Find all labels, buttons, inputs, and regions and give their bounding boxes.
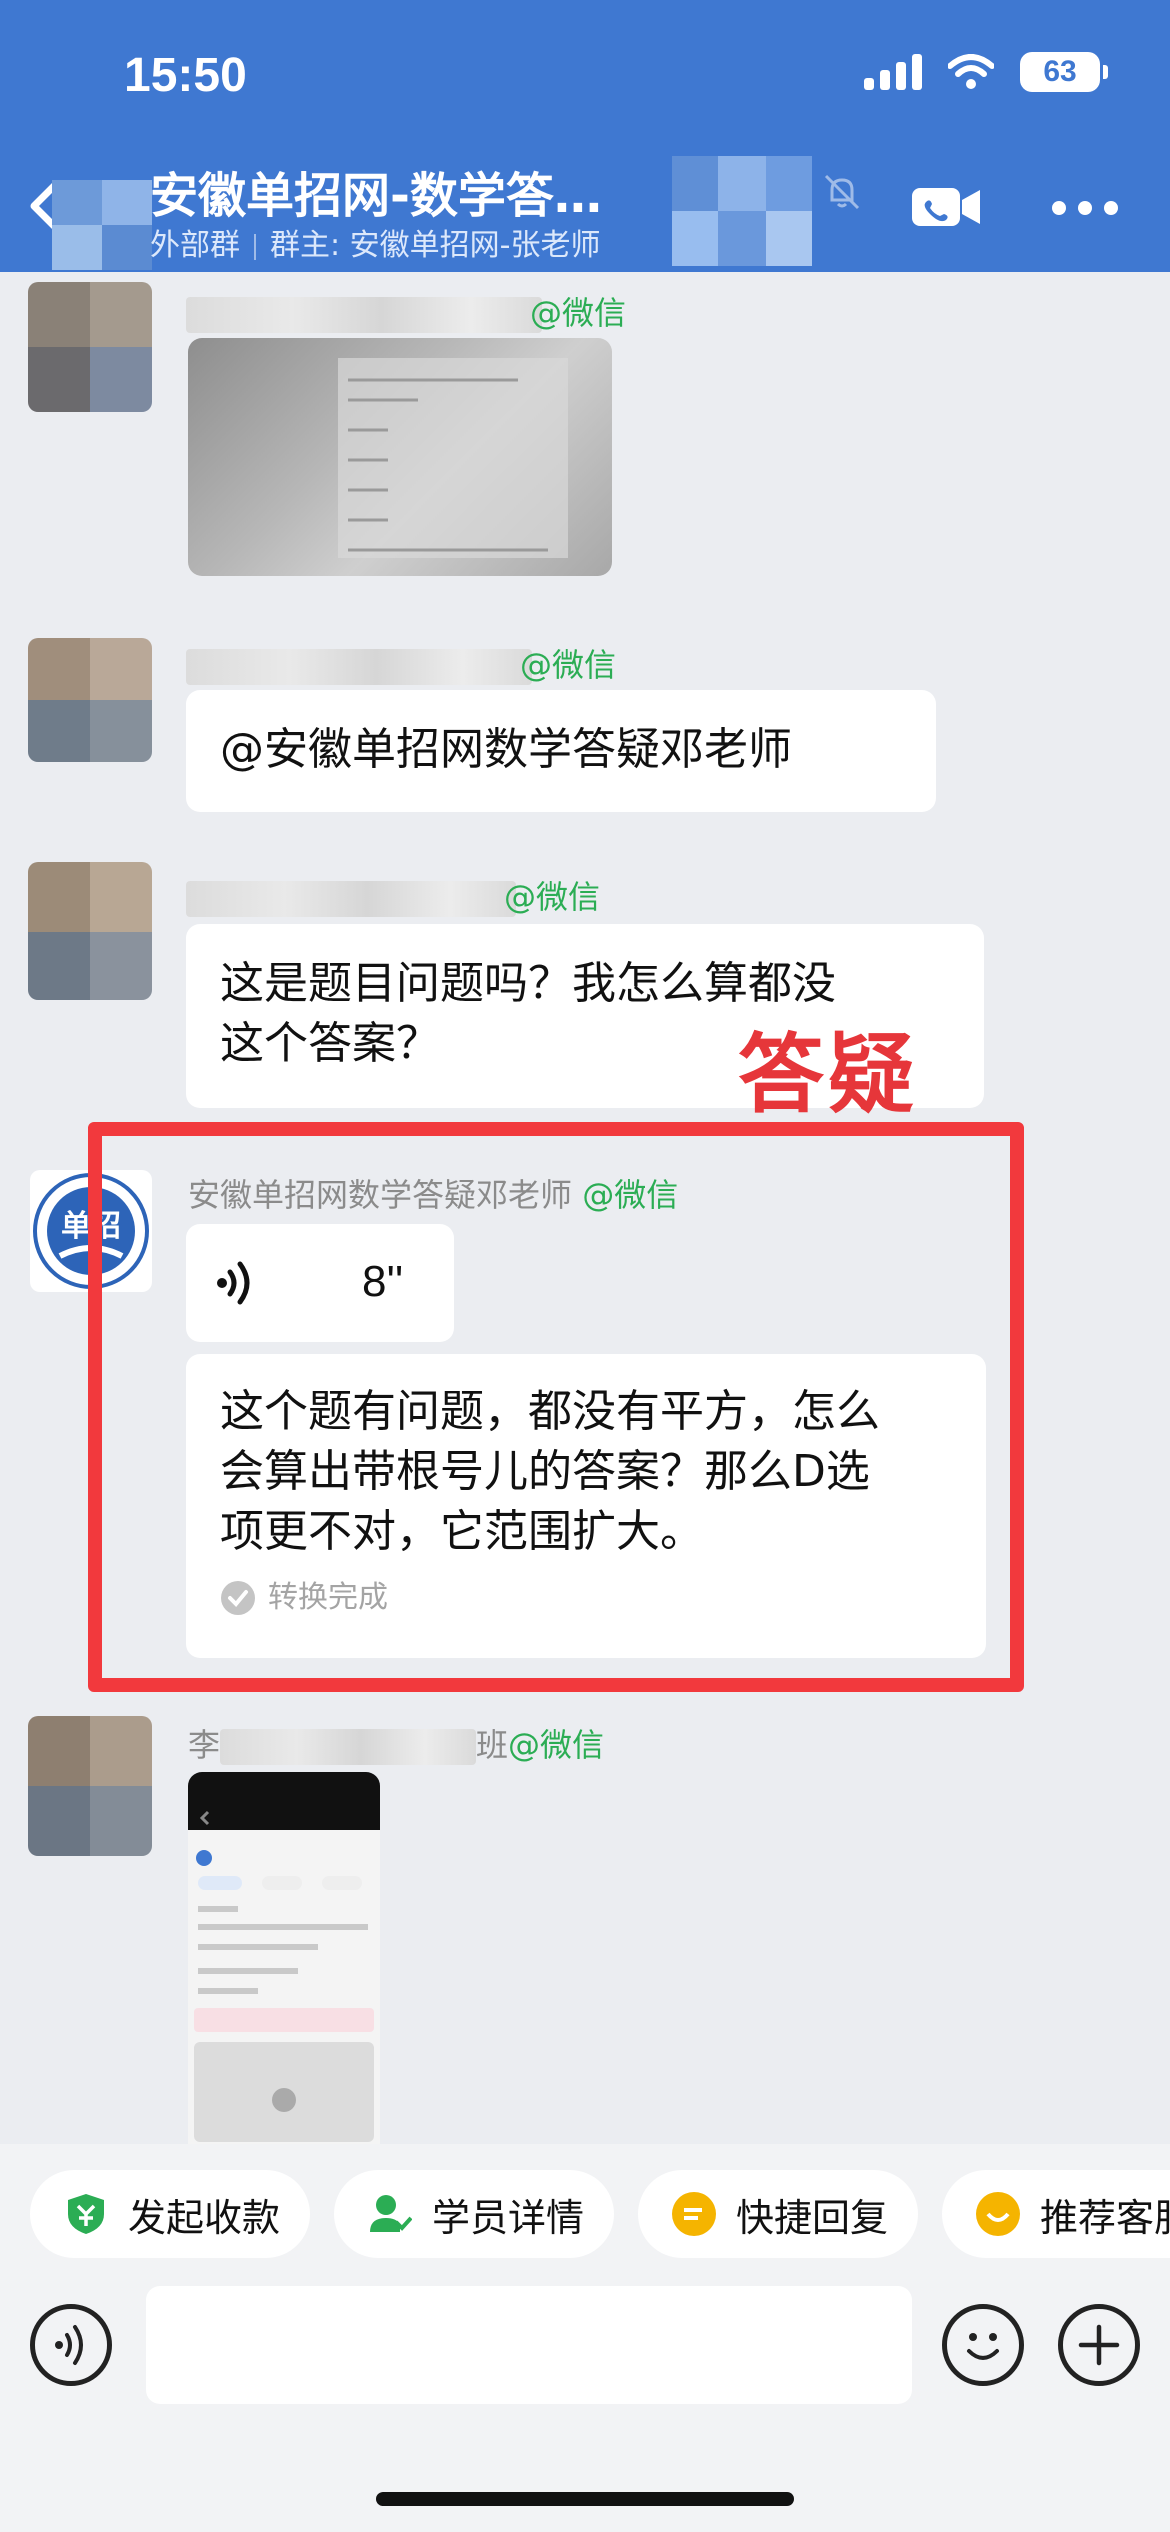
wechat-tag: @微信 (504, 878, 601, 916)
image-message[interactable] (188, 1772, 380, 2144)
chip-label: 快捷回复 (736, 2195, 889, 2240)
chip-label: 推荐客服 (1040, 2195, 1170, 2240)
wifi-icon (948, 54, 994, 89)
sender-name-suffix: 班 (476, 1726, 509, 1764)
avatar[interactable] (28, 1716, 152, 1856)
avatar[interactable] (28, 638, 152, 762)
group-type: 外部群 (150, 228, 240, 263)
image-thumbnail (338, 358, 568, 558)
quick-action-student-details[interactable]: 学员详情 (334, 2170, 615, 2258)
battery-indicator: 63 (1020, 52, 1108, 92)
cellular-signal-icon (864, 54, 922, 90)
group-subtitle: 外部群群主: 安徽单招网-张老师… (150, 220, 714, 264)
quick-action-collect-payment[interactable]: 发起收款 (30, 2170, 311, 2258)
group-owner: 群主: 安徽单招网-张老师 (270, 228, 601, 263)
message-sender: @微信 (186, 288, 626, 334)
more-options-button[interactable] (1052, 196, 1118, 220)
recommend-icon (976, 2192, 1020, 2236)
highlight-frame (88, 1122, 1024, 1692)
smiley-icon (967, 2333, 999, 2360)
status-time: 15:50 (124, 49, 247, 102)
message-sender: 李 班@微信 (188, 1720, 604, 1766)
quick-action-quick-reply[interactable]: 快捷回复 (638, 2170, 919, 2258)
quick-reply-icon (672, 2192, 716, 2236)
blurred-avatar-mosaic (52, 180, 152, 270)
more-dot (1104, 201, 1118, 215)
home-indicator (376, 2492, 794, 2506)
chip-label: 发起收款 (128, 2195, 281, 2240)
voice-input-button[interactable] (30, 2304, 112, 2386)
plus-icon (1078, 2324, 1120, 2366)
wechat-tag: @微信 (530, 294, 627, 332)
shield-yen-icon (64, 2192, 108, 2236)
quick-action-recommend-service[interactable]: 推荐客服 (942, 2170, 1170, 2258)
subtitle-divider (254, 233, 256, 260)
blurred-sender-name (186, 297, 542, 333)
chip-label: 学员详情 (432, 2195, 585, 2240)
quick-action-bar: 发起收款 学员详情 快捷回复 推荐客服 (0, 2144, 1170, 2282)
user-check-icon (368, 2192, 412, 2236)
message-input[interactable] (146, 2286, 912, 2404)
avatar[interactable] (28, 282, 152, 412)
wechat-tag: @微信 (508, 1726, 605, 1764)
avatar[interactable] (28, 862, 152, 1000)
blurred-member-mosaic (672, 156, 812, 266)
blurred-sender-name (186, 649, 532, 685)
more-actions-button[interactable] (1058, 2304, 1140, 2386)
more-dot (1078, 201, 1092, 215)
blurred-sender-name (186, 881, 516, 917)
emoji-button[interactable] (942, 2304, 1024, 2386)
message-text: @安徽单招网数学答疑邓老师 (220, 724, 792, 775)
sender-name-prefix: 李 (188, 1726, 221, 1764)
more-dot (1052, 201, 1066, 215)
group-title[interactable]: 安徽单招网-数学答… (150, 156, 602, 226)
blurred-sender-name (220, 1729, 477, 1765)
chat-header: 15:50 63 安徽单招网-数学答… 外部群群主: 安徽单招网-张老师… (0, 0, 1170, 272)
voice-wave-icon (55, 2325, 83, 2365)
image-message[interactable] (188, 338, 612, 576)
message-sender: @微信 (186, 640, 616, 686)
message-sender: @微信 (186, 872, 600, 918)
text-message[interactable]: @安徽单招网数学答疑邓老师 (186, 690, 936, 812)
status-icons: 63 (864, 52, 1108, 92)
image-thumbnail (188, 1810, 380, 2144)
mute-bell-icon (824, 174, 860, 210)
video-call-button[interactable] (910, 184, 984, 230)
annotation-overlay-text: 答疑 (738, 1025, 918, 1125)
wechat-tag: @微信 (520, 646, 617, 684)
